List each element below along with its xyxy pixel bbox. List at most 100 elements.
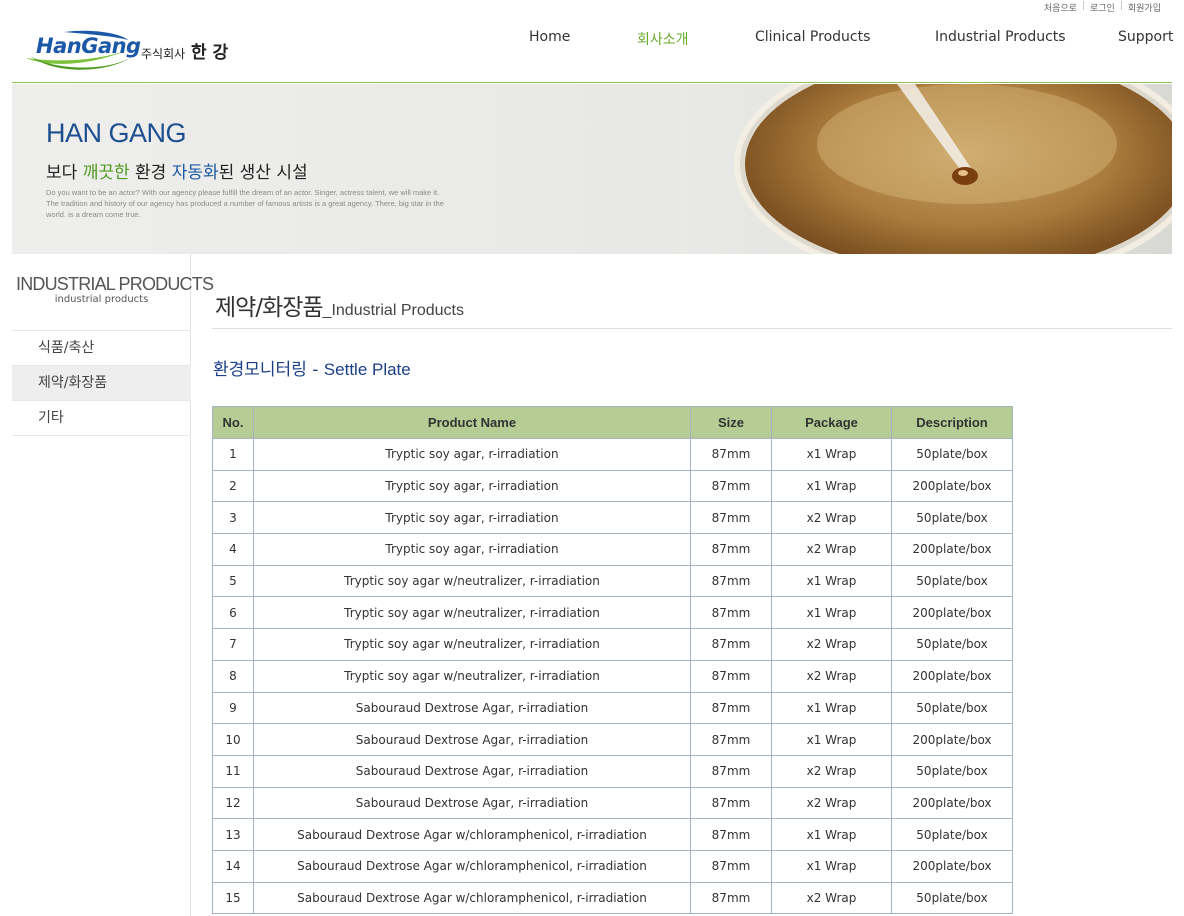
logo-brand: HanGang [36, 34, 141, 58]
cell-size: 87mm [690, 438, 772, 471]
table-row: 15 Sabouraud Dextrose Agar w/chlorampheni… [212, 881, 1013, 915]
cell-description: 200plate/box [891, 849, 1013, 883]
logo-corp-name: 주식회사 한 강 [141, 38, 228, 63]
table-row: 4 Tryptic soy agar, r-irradiation 87mm x2 W… [212, 533, 1013, 566]
cell-size: 87mm [690, 659, 772, 693]
cell-product-name: Sabouraud Dextrose Agar, r-irradiation [253, 691, 691, 725]
banner-description: Do you want to be an actor? With our age… [46, 188, 444, 219]
cell-no: 6 [212, 596, 254, 630]
sidebar: INDUSTRIAL PRODUCTS industrial products … [12, 254, 214, 916]
cell-no: 15 [212, 881, 254, 915]
cell-package: x2 Wrap [771, 501, 892, 535]
cell-size: 87mm [690, 469, 772, 503]
sidebar-item-other[interactable]: 기타 [12, 401, 191, 436]
table-row: 14 Sabouraud Dextrose Agar w/chlorampheni… [212, 849, 1013, 883]
cell-description: 50plate/box [891, 754, 1013, 788]
section-title-ko: 환경모니터링 - [213, 360, 324, 380]
cell-no: 5 [212, 564, 254, 598]
col-header-description: Description [891, 406, 1013, 439]
cell-package: x1 Wrap [771, 469, 892, 503]
nav-clinical-products[interactable]: Clinical Products [755, 29, 870, 45]
cell-product-name: Sabouraud Dextrose Agar, r-irradiation [253, 754, 691, 788]
login-link[interactable]: 로그인 [1085, 1, 1120, 14]
logo-corp-title: 한 강 [191, 43, 229, 63]
table-row: 8 Tryptic soy agar w/neutralizer, r-irrad… [212, 659, 1013, 693]
cell-product-name: Tryptic soy agar, r-irradiation [253, 438, 691, 471]
home-link[interactable]: 처음으로 [1039, 1, 1082, 14]
banner-sub-2: 깨끗한 [82, 163, 130, 183]
banner-sub-1: 보다 [46, 163, 83, 183]
cell-description: 200plate/box [891, 596, 1013, 630]
nav-company[interactable]: 회사소개 [637, 29, 689, 49]
nav-industrial-products[interactable]: Industrial Products [935, 29, 1066, 45]
table-row: 11 Sabouraud Dextrose Agar, r-irradiation… [212, 754, 1013, 788]
utility-links: 처음으로 | 로그인 | 회원가입 [1039, 1, 1166, 14]
cell-package: x1 Wrap [771, 564, 892, 598]
cell-size: 87mm [690, 786, 772, 820]
cell-size: 87mm [690, 596, 772, 630]
cell-size: 87mm [690, 849, 772, 883]
cell-no: 9 [212, 691, 254, 725]
cell-size: 87mm [690, 628, 772, 661]
cell-no: 2 [212, 469, 254, 503]
page-title-en: _Industrial Products [322, 302, 464, 319]
cell-description: 200plate/box [891, 469, 1013, 503]
signup-link[interactable]: 회원가입 [1123, 1, 1166, 14]
cell-product-name: Sabouraud Dextrose Agar, r-irradiation [253, 786, 691, 820]
table-row: 3 Tryptic soy agar, r-irradiation 87mm x2 W… [212, 501, 1013, 535]
cell-product-name: Tryptic soy agar, r-irradiation [253, 501, 691, 535]
nav-home[interactable]: Home [529, 29, 570, 45]
header-divider [12, 82, 1172, 83]
table-row: 13 Sabouraud Dextrose Agar w/chlorampheni… [212, 818, 1013, 851]
cell-description: 50plate/box [891, 501, 1013, 535]
sidebar-item-food[interactable]: 식품/축산 [12, 331, 191, 366]
cell-size: 87mm [690, 723, 772, 756]
cell-no: 3 [212, 501, 254, 535]
cell-size: 87mm [690, 881, 772, 915]
table-body: 1 Tryptic soy agar, r-irradiation 87mm x1 W… [212, 438, 1013, 915]
nav-support[interactable]: Support [1118, 29, 1173, 45]
company-logo[interactable]: HanGang 주식회사 한 강 [24, 28, 239, 74]
cell-size: 87mm [690, 564, 772, 598]
col-header-product-name: Product Name [253, 406, 691, 439]
cell-package: x2 Wrap [771, 628, 892, 661]
logo-brand-part2: Gang [81, 34, 141, 58]
cell-product-name: Sabouraud Dextrose Agar w/chloramphenico… [253, 849, 691, 883]
banner-subtitle: 보다 깨끗한 환경 자동화된 생산 시설 [46, 158, 308, 183]
cell-size: 87mm [690, 501, 772, 535]
cell-no: 12 [212, 786, 254, 820]
cell-no: 11 [212, 754, 254, 788]
table-row: 6 Tryptic soy agar w/neutralizer, r-irrad… [212, 596, 1013, 630]
cell-description: 200plate/box [891, 659, 1013, 693]
table-row: 5 Tryptic soy agar w/neutralizer, r-irrad… [212, 564, 1013, 598]
cell-product-name: Sabouraud Dextrose Agar w/chloramphenico… [253, 818, 691, 851]
cell-description: 50plate/box [891, 628, 1013, 661]
cell-package: x1 Wrap [771, 596, 892, 630]
table-row: 10 Sabouraud Dextrose Agar, r-irradiation… [212, 723, 1013, 756]
sidebar-subtitle: industrial products [54, 294, 149, 305]
cell-product-name: Tryptic soy agar w/neutralizer, r-irradi… [253, 628, 691, 661]
table-row: 7 Tryptic soy agar w/neutralizer, r-irrad… [212, 628, 1013, 661]
cell-product-name: Tryptic soy agar, r-irradiation [253, 533, 691, 566]
table-header-row: No. Product Name Size Package Description [212, 406, 1013, 439]
cell-no: 10 [212, 723, 254, 756]
product-table: No. Product Name Size Package Description 1T… [212, 406, 1013, 915]
cell-package: x2 Wrap [771, 533, 892, 566]
cell-no: 1 [212, 438, 254, 471]
col-header-size: Size [690, 406, 772, 439]
cell-package: x1 Wrap [771, 691, 892, 725]
cell-package: x2 Wrap [771, 786, 892, 820]
cell-description: 200plate/box [891, 786, 1013, 820]
cell-product-name: Tryptic soy agar w/neutralizer, r-irradi… [253, 564, 691, 598]
sidebar-item-pharma-cosmetics[interactable]: 제약/화장품 [12, 366, 191, 401]
logo-corp-prefix: 주식회사 [141, 47, 186, 61]
cell-package: x1 Wrap [771, 818, 892, 851]
banner-sub-3: 환경 [129, 163, 172, 183]
cell-size: 87mm [690, 754, 772, 788]
cell-package: x2 Wrap [771, 881, 892, 915]
cell-size: 87mm [690, 691, 772, 725]
cell-no: 14 [212, 849, 254, 883]
cell-description: 200plate/box [891, 723, 1013, 756]
cell-size: 87mm [690, 818, 772, 851]
cell-description: 50plate/box [891, 881, 1013, 915]
